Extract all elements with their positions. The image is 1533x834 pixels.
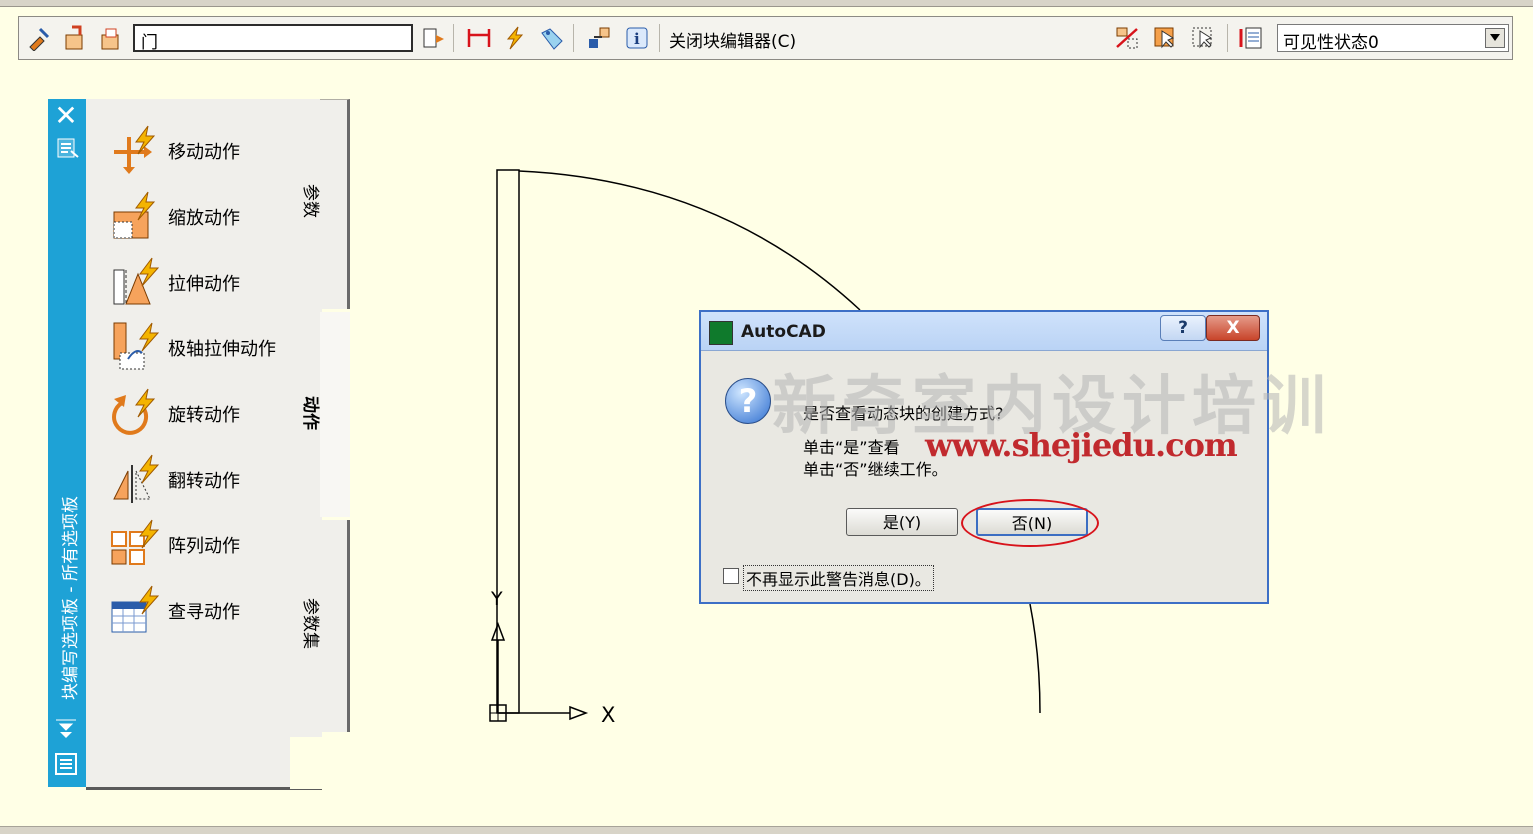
- watermark-url: www.shejiedu.com: [925, 426, 1238, 464]
- dont-show-again-checkbox[interactable]: [723, 568, 739, 584]
- highlight-annotation-ring: [961, 499, 1099, 547]
- autocad-app-icon: [709, 321, 733, 345]
- dialog-title: AutoCAD: [741, 322, 826, 342]
- door-swing-arc: [518, 170, 861, 311]
- close-button[interactable]: X: [1206, 315, 1260, 341]
- dialog-title-bar[interactable]: AutoCAD ? X: [701, 312, 1267, 351]
- dont-show-again-label[interactable]: 不再显示此警告消息(D)。: [743, 565, 934, 591]
- x-axis-label: X: [601, 703, 616, 727]
- y-axis-label: Y: [491, 588, 503, 610]
- door-swing-arc-end: [1029, 603, 1041, 714]
- ucs-icon: [489, 621, 589, 722]
- yes-button[interactable]: 是(Y): [846, 508, 958, 536]
- help-button[interactable]: ?: [1160, 315, 1206, 341]
- question-icon: ?: [725, 378, 771, 424]
